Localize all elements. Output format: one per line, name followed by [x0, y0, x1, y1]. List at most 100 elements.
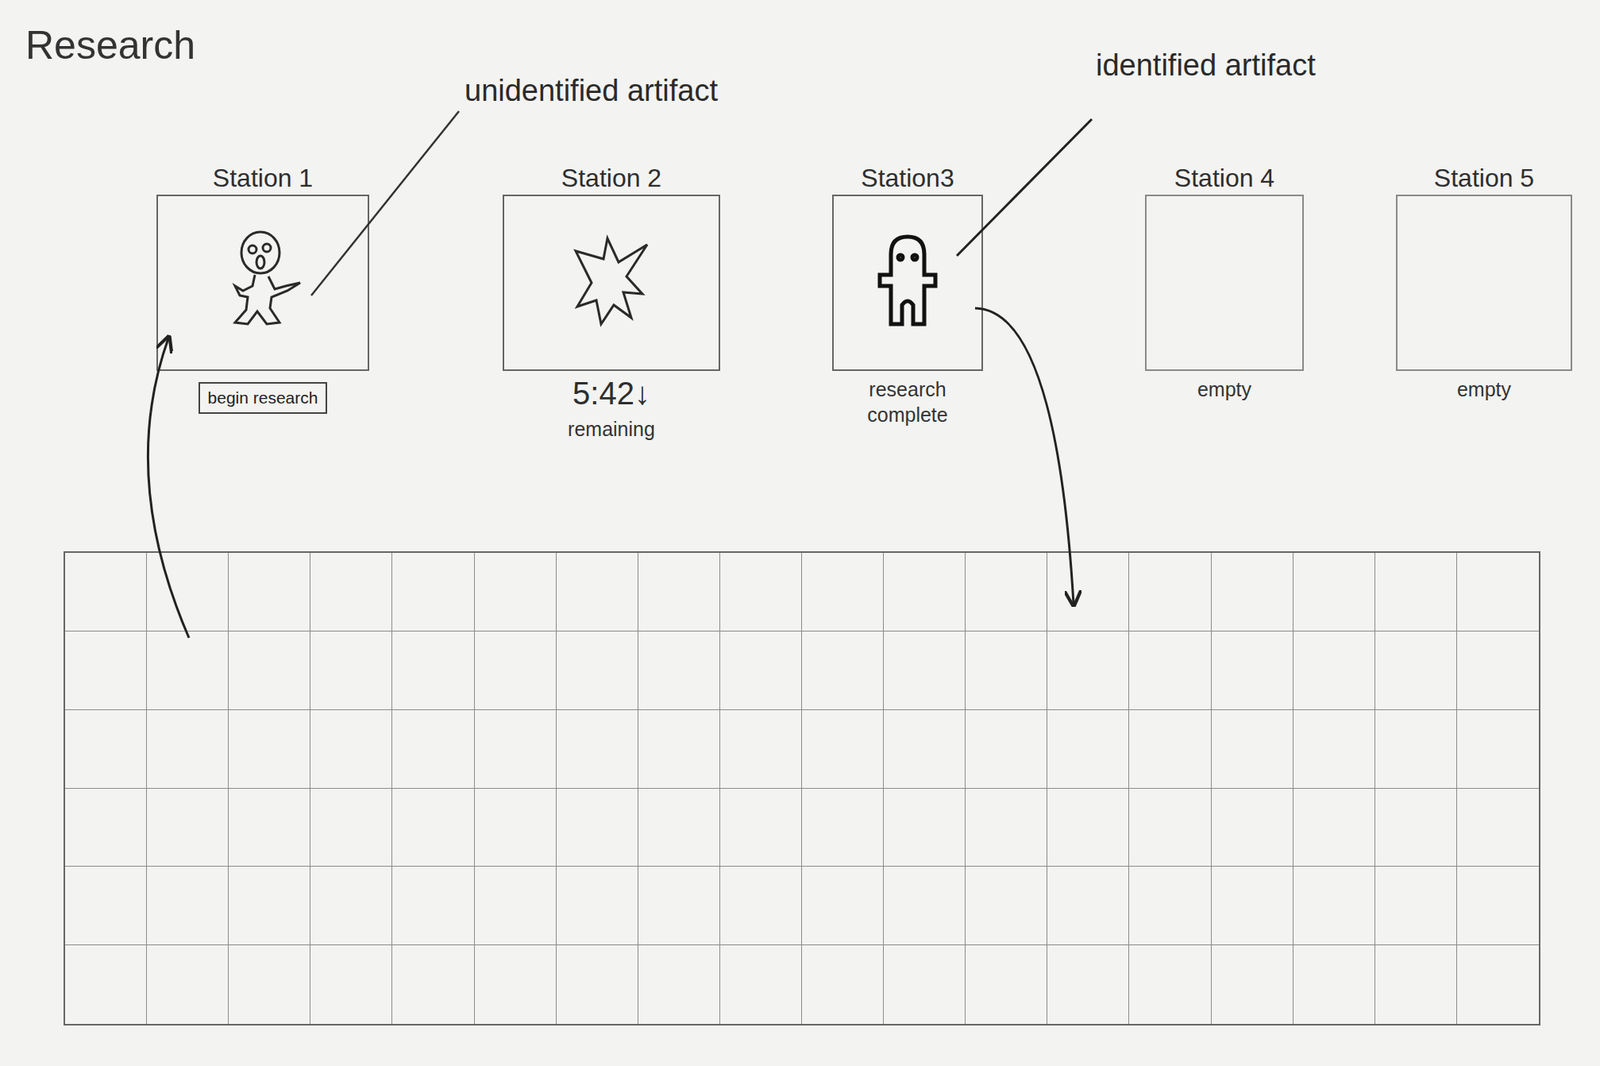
inventory-slot[interactable]: [1129, 631, 1211, 710]
inventory-slot[interactable]: [965, 944, 1048, 1024]
inventory-slot[interactable]: [474, 631, 557, 710]
inventory-slot[interactable]: [801, 709, 884, 789]
inventory-slot[interactable]: [392, 552, 475, 632]
inventory-slot[interactable]: [965, 788, 1048, 868]
inventory-slot[interactable]: [474, 788, 557, 868]
inventory-slot[interactable]: [1375, 552, 1458, 632]
inventory-slot[interactable]: [801, 866, 884, 945]
inventory-slot[interactable]: [720, 631, 802, 710]
inventory-slot[interactable]: [556, 866, 639, 945]
inventory-slot[interactable]: [146, 866, 229, 945]
inventory-slot[interactable]: [638, 944, 721, 1024]
station-slot[interactable]: [832, 194, 984, 371]
inventory-slot[interactable]: [801, 944, 884, 1024]
inventory-slot[interactable]: [1129, 552, 1211, 632]
inventory-slot[interactable]: [1457, 552, 1539, 632]
inventory-slot[interactable]: [1375, 788, 1458, 868]
inventory-slot[interactable]: [801, 788, 884, 868]
inventory-slot[interactable]: [310, 944, 393, 1024]
inventory-slot[interactable]: [720, 788, 802, 868]
inventory-slot[interactable]: [1293, 631, 1376, 710]
inventory-slot[interactable]: [965, 552, 1048, 632]
inventory-slot[interactable]: [228, 788, 311, 868]
inventory-slot[interactable]: [801, 631, 884, 710]
inventory-slot[interactable]: [638, 788, 721, 868]
inventory-slot[interactable]: [1457, 709, 1539, 789]
inventory-slot[interactable]: [1047, 709, 1130, 789]
inventory-slot[interactable]: [65, 866, 147, 945]
inventory-slot[interactable]: [392, 944, 475, 1024]
inventory-slot[interactable]: [65, 709, 147, 789]
inventory-slot[interactable]: [1375, 631, 1458, 710]
inventory-slot[interactable]: [1293, 866, 1376, 945]
inventory-slot[interactable]: [720, 944, 802, 1024]
inventory-slot[interactable]: [556, 552, 639, 632]
inventory-slot[interactable]: [310, 709, 393, 789]
inventory-slot[interactable]: [1129, 788, 1211, 868]
inventory-slot[interactable]: [638, 709, 721, 789]
inventory-slot[interactable]: [1457, 944, 1539, 1024]
inventory-slot[interactable]: [146, 944, 229, 1024]
inventory-slot[interactable]: [720, 552, 802, 632]
artifact-icon[interactable]: [559, 227, 664, 339]
inventory-slot[interactable]: [720, 866, 802, 945]
inventory-slot[interactable]: [1211, 709, 1294, 789]
identified-artifact-icon[interactable]: [855, 227, 960, 339]
inventory-slot[interactable]: [65, 552, 147, 632]
inventory-slot[interactable]: [1047, 866, 1130, 945]
inventory-slot[interactable]: [1293, 709, 1376, 789]
inventory-slot[interactable]: [1211, 788, 1294, 868]
inventory-slot[interactable]: [1375, 709, 1458, 789]
inventory-slot[interactable]: [392, 631, 475, 710]
inventory-slot[interactable]: [392, 866, 475, 945]
inventory-slot[interactable]: [474, 866, 557, 945]
inventory-slot[interactable]: [1047, 788, 1130, 868]
inventory-slot[interactable]: [1375, 866, 1458, 945]
inventory-slot[interactable]: [65, 944, 147, 1024]
inventory-slot[interactable]: [883, 631, 966, 710]
inventory-slot[interactable]: [1375, 944, 1458, 1024]
inventory-slot[interactable]: [1047, 944, 1130, 1024]
inventory-slot[interactable]: [1129, 944, 1211, 1024]
inventory-slot[interactable]: [883, 552, 966, 632]
inventory-slot[interactable]: [310, 631, 393, 710]
inventory-slot[interactable]: [1457, 631, 1539, 710]
inventory-slot[interactable]: [1047, 631, 1130, 710]
inventory-slot[interactable]: [65, 788, 147, 868]
inventory-slot[interactable]: [1129, 709, 1211, 789]
inventory-slot[interactable]: [1293, 944, 1376, 1024]
inventory-slot[interactable]: [310, 552, 393, 632]
inventory-slot[interactable]: [883, 709, 966, 789]
station-slot[interactable]: [502, 194, 721, 371]
inventory-slot[interactable]: [801, 552, 884, 632]
inventory-slot[interactable]: [474, 709, 557, 789]
inventory-slot[interactable]: [883, 866, 966, 945]
inventory-slot[interactable]: [883, 788, 966, 868]
inventory-slot[interactable]: [1211, 631, 1294, 710]
inventory-slot[interactable]: [474, 944, 557, 1024]
inventory-slot[interactable]: [228, 552, 311, 632]
inventory-slot[interactable]: [474, 552, 557, 632]
inventory-slot[interactable]: [965, 709, 1048, 789]
inventory-slot[interactable]: [1457, 788, 1539, 868]
inventory-slot[interactable]: [1457, 866, 1539, 945]
inventory-slot[interactable]: [310, 788, 393, 868]
inventory-slot[interactable]: [146, 631, 229, 710]
inventory-slot[interactable]: [146, 552, 229, 632]
inventory-slot[interactable]: [65, 631, 147, 710]
inventory-slot[interactable]: [1293, 552, 1376, 632]
inventory-slot[interactable]: [1211, 552, 1294, 632]
begin-research-button[interactable]: begin research: [198, 381, 328, 414]
inventory-slot[interactable]: [556, 631, 639, 710]
inventory-slot[interactable]: [228, 709, 311, 789]
inventory-slot[interactable]: [556, 709, 639, 789]
inventory-slot[interactable]: [720, 709, 802, 789]
station-slot[interactable]: [156, 194, 370, 371]
inventory-slot[interactable]: [392, 788, 475, 868]
inventory-slot[interactable]: [1129, 866, 1211, 945]
inventory-slot[interactable]: [883, 944, 966, 1024]
inventory-slot[interactable]: [310, 866, 393, 945]
inventory-slot[interactable]: [228, 631, 311, 710]
artifact-icon[interactable]: [211, 227, 315, 339]
inventory-slot[interactable]: [392, 709, 475, 789]
